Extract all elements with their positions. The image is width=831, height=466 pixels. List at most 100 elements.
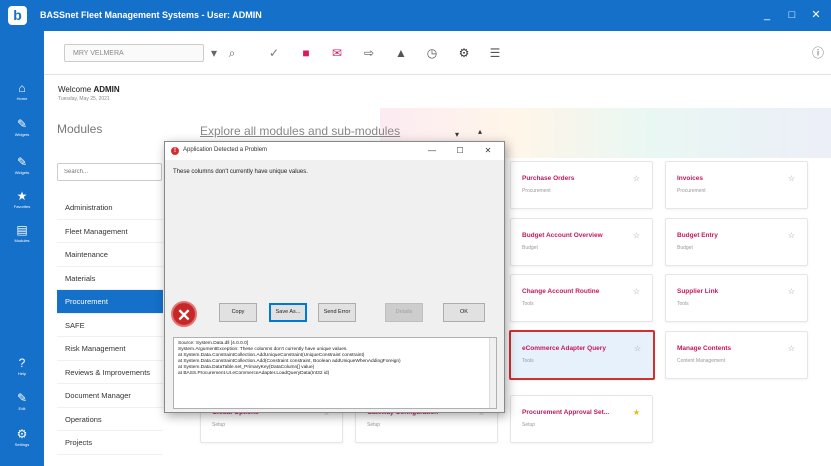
card-title: Supplier Link <box>677 288 719 295</box>
card-subtitle: Procurement <box>522 188 551 194</box>
module-item-risk-management[interactable]: Risk Management <box>57 337 163 361</box>
nav-edit[interactable]: ✎ Edit <box>4 391 40 421</box>
module-card[interactable]: Supplier Link Tools ☆ <box>665 274 808 322</box>
module-item-operations[interactable]: Operations <box>57 408 163 431</box>
dropdown-icon[interactable]: ▾ <box>204 43 224 63</box>
card-title: Budget Entry <box>677 232 718 239</box>
card-subtitle: Tools <box>522 301 534 307</box>
star-icon[interactable]: ☆ <box>788 231 795 240</box>
nav-help[interactable]: ? Help <box>4 356 40 386</box>
star-icon[interactable]: ☆ <box>788 344 795 353</box>
user-icon: ✎ <box>16 117 28 131</box>
card-subtitle: Budget <box>522 245 538 251</box>
nav-favorites[interactable]: ★ Favorites <box>4 189 40 219</box>
module-card[interactable]: Manage Contents Content Management ☆ <box>665 331 808 379</box>
card-subtitle: Tools <box>522 358 534 364</box>
card-subtitle: Content Management <box>677 358 726 364</box>
module-item-maintenance[interactable]: Maintenance <box>57 243 163 267</box>
star-icon[interactable]: ☆ <box>633 231 640 240</box>
details-scrollbar[interactable] <box>489 338 496 408</box>
nav-label: Widgets <box>14 132 30 137</box>
nav-user[interactable]: ✎ Widgets <box>4 117 40 147</box>
list-icon[interactable]: ☰ <box>485 43 505 63</box>
edit-icon: ✎ <box>16 391 28 405</box>
clock-icon[interactable]: ◷ <box>422 43 442 63</box>
module-item-reviews[interactable]: Reviews & Improvements <box>57 361 163 384</box>
module-card[interactable]: Procurement Approval Set... Setup ★ <box>510 395 653 443</box>
nav-label: Help <box>17 371 27 376</box>
module-item-projects[interactable]: Projects <box>57 431 163 455</box>
card-subtitle: Budget <box>677 245 693 251</box>
star-icon[interactable]: ☆ <box>788 287 795 296</box>
card-title: Invoices <box>677 175 704 182</box>
dialog-maximize-button[interactable]: ☐ <box>453 144 467 158</box>
module-card[interactable]: Purchase Orders Procurement ☆ <box>510 161 653 209</box>
share-icon[interactable]: ⇨ <box>359 43 379 63</box>
nav-settings[interactable]: ⚙ Settings <box>4 427 40 457</box>
vessel-selector[interactable] <box>64 44 204 62</box>
nav-modules[interactable]: ▤ Modules <box>4 223 40 253</box>
module-item-safe[interactable]: SAFE <box>57 314 163 337</box>
module-card[interactable]: Invoices Procurement ☆ <box>665 161 808 209</box>
checkmark-icon[interactable]: ✓ <box>264 43 284 63</box>
module-search[interactable] <box>57 163 162 181</box>
toolbar: ▾ ⌕ ✓ ■ ✉ ⇨ ▲ ◷ ⚙ ☰ ⓘ <box>44 31 831 75</box>
star-icon[interactable]: ★ <box>633 408 640 417</box>
star-icon[interactable]: ☆ <box>633 287 640 296</box>
nav-label: Home <box>16 96 28 101</box>
module-card[interactable]: Budget Account Overview Budget ☆ <box>510 218 653 266</box>
module-search-input[interactable] <box>58 164 161 180</box>
gear-icon[interactable]: ⚙ <box>454 43 474 63</box>
card-subtitle: Setup <box>212 422 226 428</box>
card-subtitle: Procurement <box>677 188 706 194</box>
star-icon[interactable]: ☆ <box>633 174 640 183</box>
dialog-close-button[interactable]: ✕ <box>481 144 495 158</box>
copy-button[interactable]: Copy <box>219 303 257 322</box>
details-button[interactable]: Details <box>385 303 423 322</box>
module-item-document-manager[interactable]: Document Manager <box>57 384 163 408</box>
close-button[interactable]: ✕ <box>806 6 826 24</box>
error-dialog: ! Application Detected a Problem — ☐ ✕ T… <box>164 141 505 413</box>
card-title: eCommerce Adapter Query <box>522 345 606 352</box>
nav-label: Widgets <box>14 170 30 175</box>
module-card[interactable]: Budget Entry Budget ☆ <box>665 218 808 266</box>
welcome-greeting: Welcome <box>58 85 92 94</box>
dialog-title: Application Detected a Problem <box>183 147 268 153</box>
card-title: Purchase Orders <box>522 175 575 182</box>
nav-home[interactable]: ⌂ Home <box>4 81 40 111</box>
dialog-message: These columns don't currently have uniqu… <box>173 169 308 175</box>
module-card-selected[interactable]: eCommerce Adapter Query Tools ☆ <box>509 330 655 380</box>
tray-icon[interactable]: ▲ <box>391 43 411 63</box>
welcome-date: Tuesday, May 25, 2021 <box>58 96 110 102</box>
nav-widgets[interactable]: ✎ Widgets <box>4 155 40 185</box>
dialog-minimize-button[interactable]: — <box>425 144 439 158</box>
module-item-administration[interactable]: Administration <box>57 196 163 220</box>
vessel-input[interactable] <box>65 45 203 61</box>
help-icon: ? <box>18 356 26 370</box>
nav-label: Edit <box>18 406 26 411</box>
send-error-button[interactable]: Send Error <box>318 303 356 322</box>
minimize-button[interactable]: _ <box>757 6 777 24</box>
save-as-button[interactable]: Save As... <box>269 303 307 322</box>
chevron-down-icon[interactable]: ▾ <box>455 130 459 139</box>
ok-button[interactable]: OK <box>443 303 485 322</box>
explore-link[interactable]: Explore all modules and sub-modules <box>200 124 400 138</box>
module-item-materials[interactable]: Materials <box>57 267 163 290</box>
module-item-fleet-management[interactable]: Fleet Management <box>57 220 163 243</box>
module-card[interactable]: Change Account Routine Tools ☆ <box>510 274 653 322</box>
star-icon[interactable]: ☆ <box>788 174 795 183</box>
card-title: Budget Account Overview <box>522 232 603 239</box>
star-icon[interactable]: ☆ <box>634 344 641 353</box>
maximize-button[interactable]: □ <box>782 6 802 24</box>
error-icon: ✕ <box>171 301 197 327</box>
left-nav: ⌂ Home ✎ Widgets ✎ Widgets ★ Favorites ▤… <box>0 31 44 466</box>
module-item-procurement[interactable]: Procurement <box>57 290 163 314</box>
search-icon[interactable]: ⌕ <box>222 43 242 63</box>
welcome-block: Welcome ADMIN Tuesday, May 25, 2021 <box>58 85 120 102</box>
info-icon[interactable]: ⓘ <box>808 43 828 63</box>
mail-icon[interactable]: ✉ <box>327 43 347 63</box>
chevron-up-icon[interactable]: ▴ <box>478 127 482 136</box>
error-details[interactable]: Source: System.Data.dll [4.0.0.0] System… <box>173 337 497 409</box>
card-title: Change Account Routine <box>522 288 600 295</box>
flag-icon[interactable]: ■ <box>296 43 316 63</box>
